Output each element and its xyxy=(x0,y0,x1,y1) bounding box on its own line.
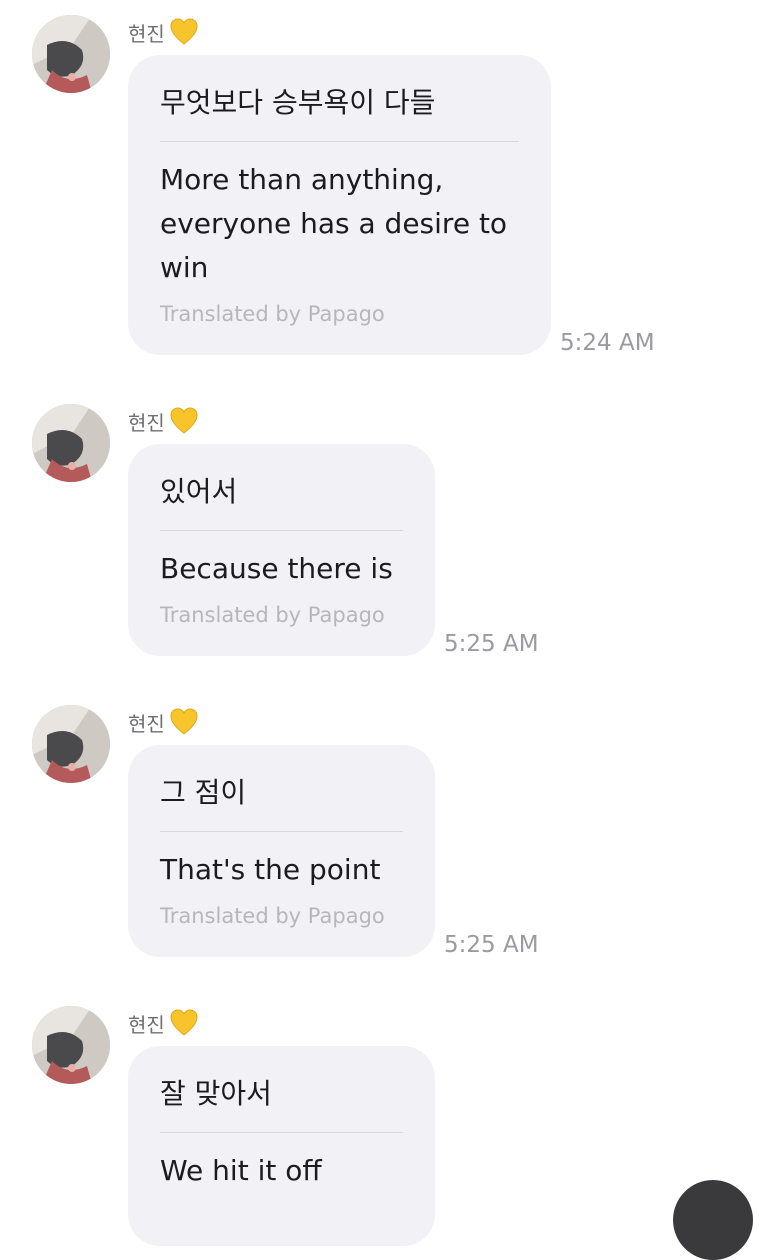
original-text: 무엇보다 승부욕이 다들 xyxy=(160,86,436,119)
sender-name: 현진 xyxy=(128,706,199,738)
translation-credit: Translated by Papago xyxy=(160,603,385,627)
yellow-heart-icon xyxy=(169,1008,199,1038)
yellow-heart-icon xyxy=(169,707,199,737)
timestamp: 5:25 AM xyxy=(444,631,539,657)
sender-name: 현진 xyxy=(128,1007,199,1039)
translated-text-line: win xyxy=(160,251,209,284)
translation-credit: Translated by Papago xyxy=(160,904,385,928)
sender-name: 현진 xyxy=(128,16,199,48)
divider xyxy=(160,530,403,531)
message-bubble[interactable]: 무엇보다 승부욕이 다들 More than anything, everyon… xyxy=(128,55,551,355)
timestamp: 5:25 AM xyxy=(444,932,539,958)
avatar[interactable] xyxy=(32,15,110,93)
sender-label: 현진 xyxy=(128,410,165,435)
sender-label: 현진 xyxy=(128,711,165,736)
scroll-down-button[interactable] xyxy=(673,1180,753,1260)
avatar[interactable] xyxy=(32,1006,110,1084)
message-bubble[interactable]: 잘 맞아서 We hit it off xyxy=(128,1046,435,1246)
original-text: 그 점이 xyxy=(160,776,247,809)
divider xyxy=(160,1132,403,1133)
original-text: 잘 맞아서 xyxy=(160,1077,272,1110)
divider xyxy=(160,831,403,832)
sender-name: 현진 xyxy=(128,405,199,437)
avatar[interactable] xyxy=(32,705,110,783)
message-bubble[interactable]: 있어서 Because there is Translated by Papag… xyxy=(128,444,435,656)
divider xyxy=(160,141,519,142)
translated-text-line: Because there is xyxy=(160,552,393,585)
timestamp: 5:24 AM xyxy=(560,330,655,356)
avatar[interactable] xyxy=(32,404,110,482)
yellow-heart-icon xyxy=(169,17,199,47)
translated-text-line: everyone has a desire to xyxy=(160,207,508,240)
translation-credit: Translated by Papago xyxy=(160,302,385,326)
translated-text-line: We hit it off xyxy=(160,1154,322,1187)
translated-text-line: More than anything, xyxy=(160,163,444,196)
sender-label: 현진 xyxy=(128,1012,165,1037)
original-text: 있어서 xyxy=(160,475,238,508)
yellow-heart-icon xyxy=(169,406,199,436)
message-bubble[interactable]: 그 점이 That's the point Translated by Papa… xyxy=(128,745,435,957)
translated-text-line: That's the point xyxy=(160,853,381,886)
sender-label: 현진 xyxy=(128,21,165,46)
